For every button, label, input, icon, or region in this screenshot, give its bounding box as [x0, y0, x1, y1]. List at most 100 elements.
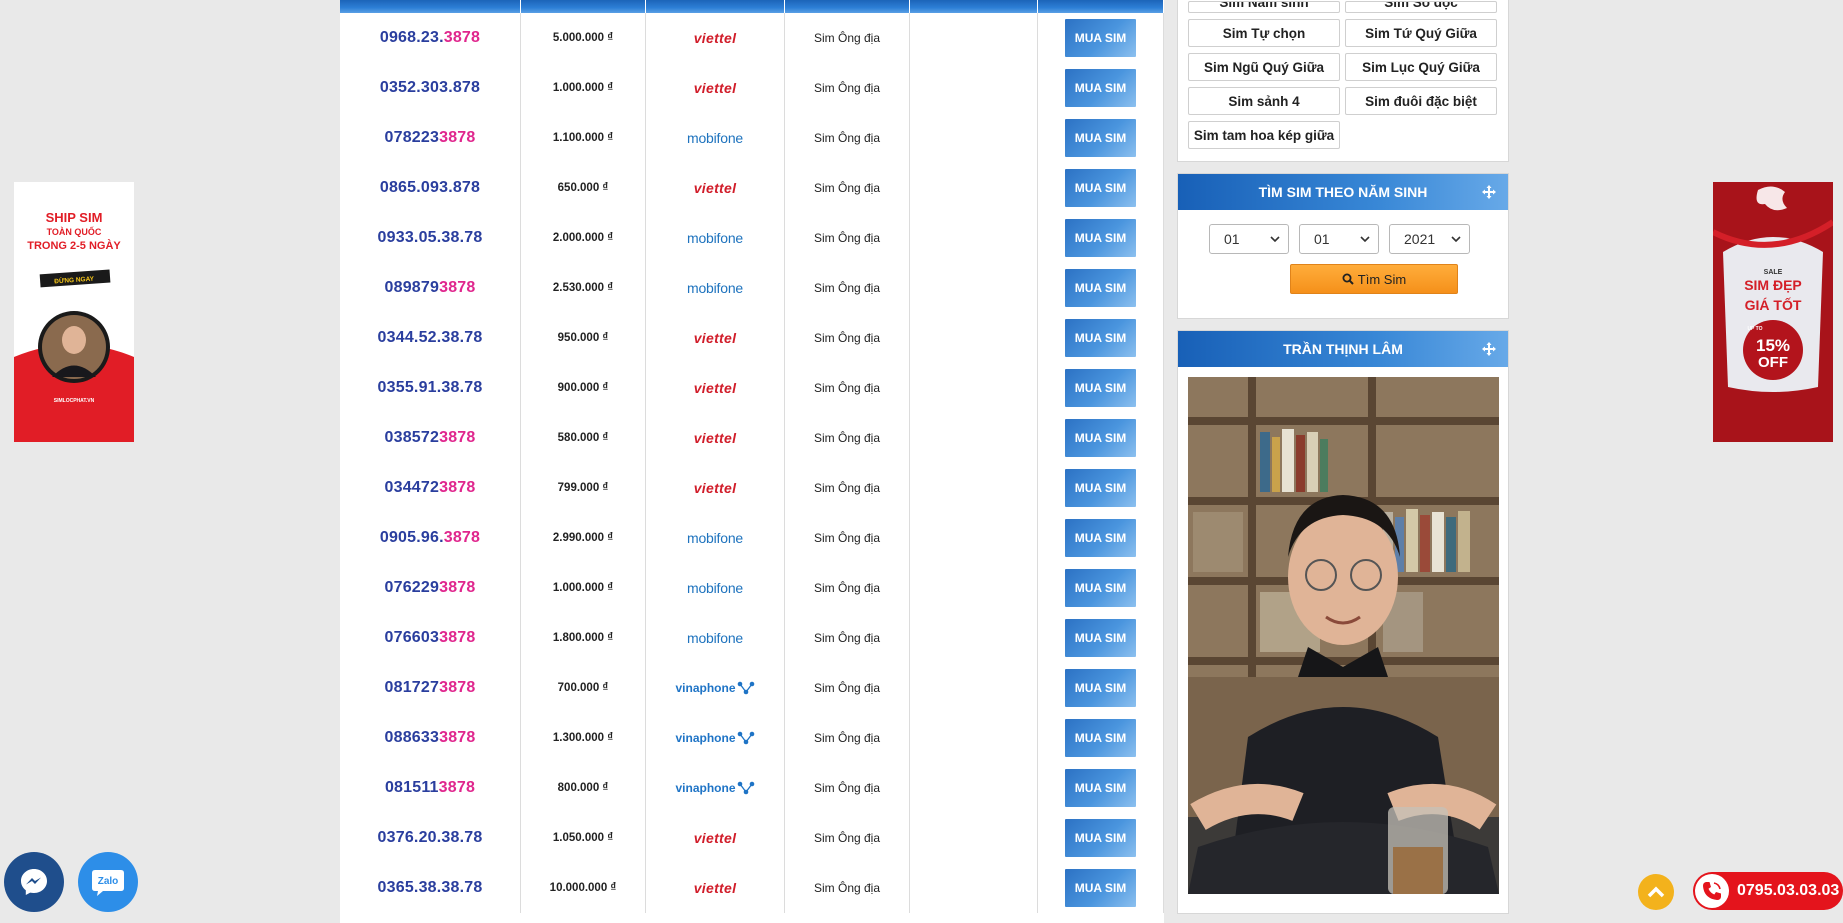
sim-number[interactable]: 0886333878 — [385, 729, 476, 747]
year-select[interactable]: 2021 — [1389, 224, 1470, 254]
sim-number[interactable]: 0905.96.3878 — [380, 529, 480, 547]
network-cell: mobifone — [646, 213, 785, 263]
sim-type: Sim Ông địa — [813, 581, 881, 595]
sim-number[interactable]: 0376.20.38.78 — [378, 829, 483, 847]
price-value: 900.000 ₫ — [557, 382, 609, 394]
sim-number[interactable]: 0815113878 — [385, 779, 475, 797]
price-value: 950.000 ₫ — [557, 332, 609, 344]
table-row: 0766033878 1.800.000 ₫ mobifone Sim Ông … — [340, 613, 1164, 663]
buy-sim-button[interactable]: MUA SIM — [1065, 819, 1136, 857]
scroll-top-button[interactable] — [1638, 874, 1674, 910]
right-banner-ad[interactable]: SALE SIM ĐẸP GIÁ TỐT UP TO 15% OFF — [1713, 182, 1833, 442]
sim-number-head: 0933.05.38.78 — [377, 229, 483, 246]
number-cell: 0933.05.38.78 — [340, 213, 521, 263]
buy-sim-button[interactable]: MUA SIM — [1065, 169, 1136, 207]
category-button[interactable]: Sim Ngũ Quý Giữa — [1188, 53, 1340, 81]
viettel-logo: viettel — [693, 180, 737, 196]
table-row: 0344723878 799.000 ₫ viettel Sim Ông địa… — [340, 463, 1164, 513]
ad-right-line1: SIM ĐẸP — [1744, 277, 1802, 293]
sim-table: 0968.23.3878 5.000.000 ₫ viettel Sim Ông… — [340, 0, 1164, 923]
buy-sim-button[interactable]: MUA SIM — [1065, 419, 1136, 457]
buy-sim-button[interactable]: MUA SIM — [1065, 569, 1136, 607]
type-cell: Sim Ông địa — [785, 413, 910, 463]
category-button[interactable]: Sim Năm sinh — [1188, 1, 1340, 13]
ad-right-sale: SALE — [1764, 269, 1783, 276]
table-header — [340, 0, 1164, 13]
network-cell: viettel — [646, 863, 785, 913]
buy-sim-button[interactable]: MUA SIM — [1065, 369, 1136, 407]
sim-number[interactable]: 0365.38.38.78 — [378, 879, 483, 897]
sim-number[interactable]: 0762293878 — [385, 579, 476, 597]
category-button[interactable]: Sim tam hoa kép giữa — [1188, 121, 1340, 149]
sim-number[interactable]: 0933.05.38.78 — [378, 229, 483, 247]
price-cell: 1.000.000 ₫ — [521, 63, 646, 113]
category-button[interactable]: Sim Tứ Quý Giữa — [1345, 19, 1497, 47]
buy-sim-button[interactable]: MUA SIM — [1065, 319, 1136, 357]
buy-sim-button[interactable]: MUA SIM — [1065, 269, 1136, 307]
category-button[interactable]: Sim Số độc — [1345, 1, 1497, 13]
mobifone-logo: mobifone — [687, 530, 743, 546]
buy-cell: MUA SIM — [1038, 63, 1164, 113]
sim-number[interactable]: 0344.52.38.78 — [378, 329, 483, 347]
mobifone-logo: mobifone — [687, 630, 743, 646]
price-cell: 650.000 ₫ — [521, 163, 646, 213]
sim-number-tail: 3878 — [439, 429, 476, 446]
buy-sim-button[interactable]: MUA SIM — [1065, 869, 1136, 907]
buy-sim-button[interactable]: MUA SIM — [1065, 519, 1136, 557]
type-cell: Sim Ông địa — [785, 113, 910, 163]
panel-header: TÌM SIM THEO NĂM SINH — [1178, 174, 1508, 210]
category-button[interactable]: Sim Lục Quý Giữa — [1345, 53, 1497, 81]
buy-sim-button[interactable]: MUA SIM — [1065, 469, 1136, 507]
sim-number[interactable]: 0355.91.38.78 — [378, 379, 483, 397]
sim-type: Sim Ông địa — [813, 231, 881, 245]
zalo-button[interactable]: Zalo — [78, 852, 138, 912]
buy-sim-button[interactable]: MUA SIM — [1065, 219, 1136, 257]
sim-number[interactable]: 0898793878 — [385, 279, 476, 297]
price-value: 1.000.000 ₫ — [552, 82, 614, 94]
buy-sim-button[interactable]: MUA SIM — [1065, 669, 1136, 707]
buy-sim-button[interactable]: MUA SIM — [1065, 619, 1136, 657]
buy-sim-button[interactable]: MUA SIM — [1065, 719, 1136, 757]
find-sim-button[interactable]: Tìm Sim — [1290, 264, 1458, 294]
day-select[interactable]: 01 — [1209, 224, 1289, 254]
table-row: 0865.093.878 650.000 ₫ viettel Sim Ông đ… — [340, 163, 1164, 213]
sim-number[interactable]: 0352.303.878 — [380, 79, 480, 97]
buy-sim-button[interactable]: MUA SIM — [1065, 119, 1136, 157]
sim-number[interactable]: 0865.093.878 — [380, 179, 480, 197]
category-button[interactable]: Sim sảnh 4 — [1188, 87, 1340, 115]
sim-type: Sim Ông địa — [813, 781, 881, 795]
month-select[interactable]: 01 — [1299, 224, 1379, 254]
sim-number[interactable]: 0817273878 — [385, 679, 476, 697]
sim-number[interactable]: 0968.23.3878 — [380, 29, 480, 47]
ad-left-footer: SIMLOCPHAT.VN — [54, 398, 95, 404]
sim-type: Sim Ông địa — [813, 881, 881, 895]
category-button[interactable]: Sim đuôi đặc biệt — [1345, 87, 1497, 115]
price-cell: 5.000.000 ₫ — [521, 13, 646, 63]
ad-right-pct: 15% — [1756, 336, 1790, 355]
number-cell: 0385723878 — [340, 413, 521, 463]
buy-sim-button[interactable]: MUA SIM — [1065, 19, 1136, 57]
type-cell: Sim Ông địa — [785, 763, 910, 813]
buy-sim-button[interactable]: MUA SIM — [1065, 69, 1136, 107]
price-cell: 2.530.000 ₫ — [521, 263, 646, 313]
type-cell: Sim Ông địa — [785, 63, 910, 113]
hotline-button[interactable]: 0795.03.03.03 — [1693, 872, 1843, 910]
buy-sim-button[interactable]: MUA SIM — [1065, 769, 1136, 807]
sim-number[interactable]: 0766033878 — [385, 629, 476, 647]
ad-left-line2: TOÀN QUỐC — [47, 226, 102, 237]
left-banner-ad[interactable]: SHIP SIM TOÀN QUỐC TRONG 2-5 NGÀY ĐỪNG N… — [14, 182, 134, 442]
network-cell: viettel — [646, 13, 785, 63]
sim-number[interactable]: 0344723878 — [385, 479, 476, 497]
buy-cell: MUA SIM — [1038, 813, 1164, 863]
messenger-button[interactable] — [4, 852, 64, 912]
move-icon[interactable] — [1482, 342, 1496, 356]
price-value: 5.000.000 ₫ — [552, 32, 614, 44]
network-cell: vinaphone — [646, 713, 785, 763]
sim-number[interactable]: 0385723878 — [385, 429, 476, 447]
move-icon[interactable] — [1482, 185, 1496, 199]
vinaphone-label: vinaphone — [675, 781, 736, 795]
network-cell: vinaphone — [646, 763, 785, 813]
sim-type: Sim Ông địa — [813, 331, 881, 345]
category-button[interactable]: Sim Tự chọn — [1188, 19, 1340, 47]
sim-number[interactable]: 0782233878 — [385, 129, 476, 147]
